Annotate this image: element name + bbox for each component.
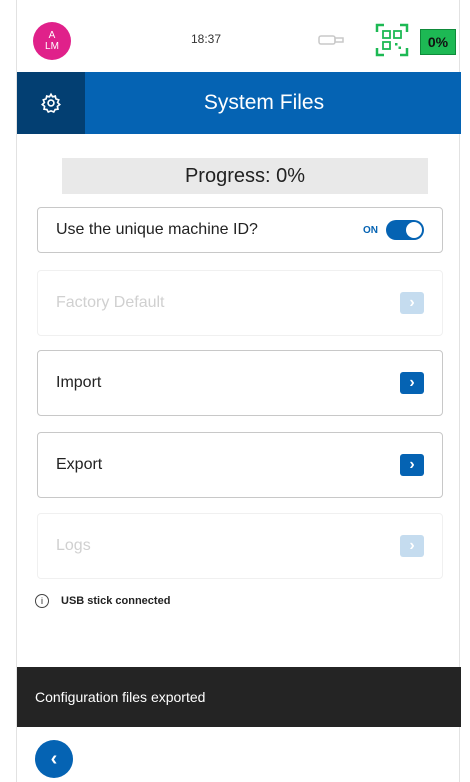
chevron-right-icon[interactable]: › bbox=[400, 454, 424, 476]
chevron-right-icon[interactable]: › bbox=[400, 372, 424, 394]
avatar-initials-top: A bbox=[48, 30, 56, 41]
logs-row: Logs › bbox=[37, 513, 443, 579]
toggle-state-label: ON bbox=[363, 224, 378, 236]
back-button[interactable]: ‹ bbox=[35, 740, 73, 778]
status-bar: A LM 18:37 0% bbox=[17, 0, 461, 72]
machine-id-toggle[interactable] bbox=[386, 220, 424, 240]
import-row[interactable]: Import › bbox=[37, 350, 443, 416]
gear-icon bbox=[41, 92, 61, 114]
info-icon: i bbox=[35, 594, 49, 608]
usb-icon bbox=[318, 35, 344, 45]
clock: 18:37 bbox=[191, 32, 222, 46]
export-label: Export bbox=[56, 456, 103, 473]
app-frame: A LM 18:37 0% System Files Progress: 0% … bbox=[16, 0, 461, 782]
export-row[interactable]: Export › bbox=[37, 432, 443, 498]
toggle-knob bbox=[406, 222, 422, 238]
chevron-right-icon: › bbox=[400, 292, 424, 314]
settings-button[interactable] bbox=[17, 72, 85, 134]
machine-id-toggle-group: ON bbox=[363, 208, 424, 252]
progress-label: Progress: 0% bbox=[62, 158, 428, 194]
usb-status-text: USB stick connected bbox=[61, 595, 171, 607]
qr-code-icon[interactable] bbox=[375, 23, 409, 57]
avatar-initials-bottom: LM bbox=[45, 41, 59, 52]
logs-label: Logs bbox=[56, 537, 91, 554]
factory-default-row: Factory Default › bbox=[37, 270, 443, 336]
machine-id-label: Use the unique machine ID? bbox=[56, 221, 258, 238]
battery-indicator: 0% bbox=[420, 29, 456, 55]
toast-message: Configuration files exported bbox=[17, 667, 461, 727]
usb-status: i USB stick connected bbox=[35, 594, 170, 608]
import-label: Import bbox=[56, 374, 102, 391]
chevron-left-icon: ‹ bbox=[50, 747, 58, 770]
page-title: System Files bbox=[203, 91, 325, 114]
avatar[interactable]: A LM bbox=[33, 22, 71, 60]
machine-id-row: Use the unique machine ID? ON bbox=[37, 207, 443, 253]
page-header: System Files bbox=[17, 72, 461, 134]
chevron-right-icon: › bbox=[400, 535, 424, 557]
factory-default-label: Factory Default bbox=[56, 294, 165, 311]
